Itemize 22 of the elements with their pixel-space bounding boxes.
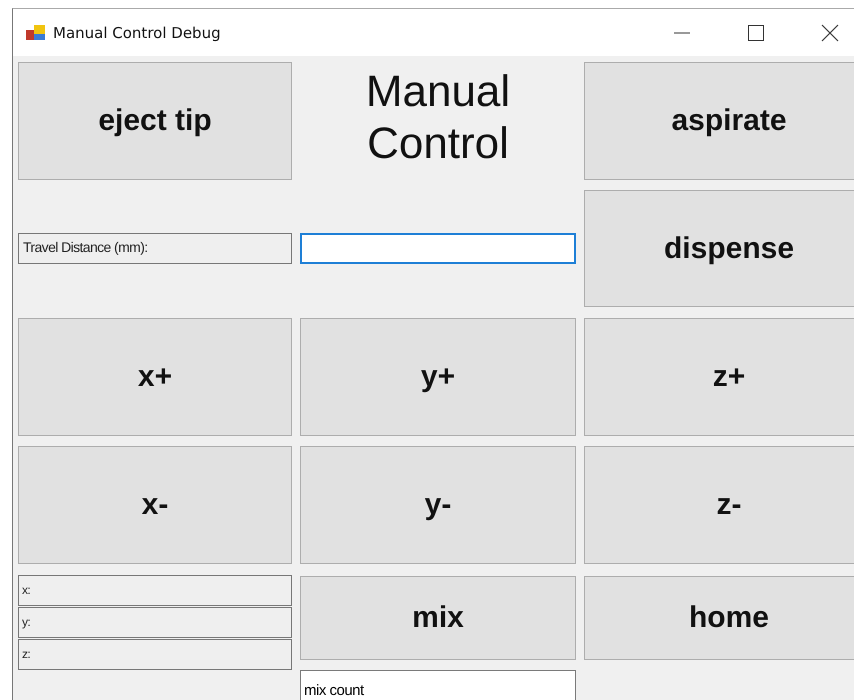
mix-button[interactable]: mix [300,576,576,660]
travel-distance-label: Travel Distance (mm): [18,233,292,264]
jog-button[interactable]: z- [584,446,854,564]
jog-button[interactable]: y- [300,446,576,564]
eject-tip-button[interactable]: eject tip [18,62,292,180]
input-field[interactable] [300,233,576,264]
maximize-icon[interactable] [747,24,765,42]
jog-button[interactable]: y+ [300,318,576,436]
coordinate-readout: y: [18,607,292,638]
app-icon [26,24,46,40]
jog-button[interactable]: x+ [18,318,292,436]
dispense-button[interactable]: dispense [584,190,854,307]
jog-button[interactable]: z+ [584,318,854,436]
input-field[interactable]: mix count [300,670,576,700]
aspirate-button[interactable]: aspirate [584,62,854,180]
window-title: Manual Control Debug [53,24,221,42]
heading: Manual Control [364,66,512,170]
close-icon[interactable] [821,24,839,42]
coordinate-readout: x: [18,575,292,606]
coordinate-readout: z: [18,639,292,670]
home-button[interactable]: home [584,576,854,660]
jog-button[interactable]: x- [18,446,292,564]
